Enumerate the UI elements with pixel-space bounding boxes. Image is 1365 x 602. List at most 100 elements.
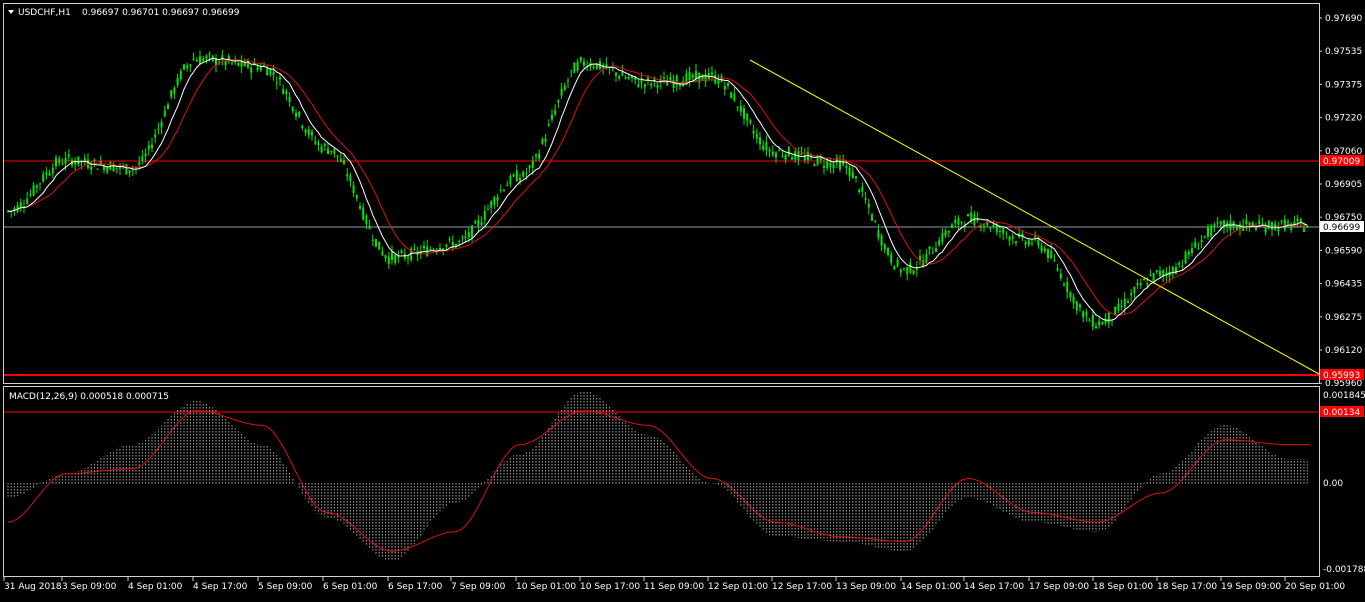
candle-body — [570, 70, 573, 72]
candle-body — [535, 154, 537, 157]
candle-body — [903, 268, 905, 270]
candle-body — [32, 185, 35, 195]
candle-body — [800, 153, 803, 155]
candle-body — [752, 130, 755, 134]
candle-body — [643, 83, 646, 88]
candles-layer — [7, 49, 1309, 331]
candle-body — [1107, 312, 1110, 324]
candle-body — [503, 189, 505, 191]
candle-body — [771, 151, 774, 156]
candle-body — [400, 250, 403, 254]
chart-svg[interactable]: USDCHF,H1 0.96697 0.96701 0.96697 0.9669… — [0, 0, 1365, 598]
candle-body — [1261, 223, 1264, 225]
candle-body — [1258, 220, 1261, 224]
candle-body — [144, 154, 147, 157]
candle-body — [45, 172, 48, 175]
candle-body — [851, 171, 854, 179]
candle-body — [317, 142, 320, 145]
candle-body — [429, 248, 432, 250]
candle-body — [823, 165, 825, 168]
candle-body — [1130, 293, 1133, 296]
resistance-price-label: 0.97009 — [1323, 157, 1360, 167]
candle-body — [711, 72, 713, 75]
candle-body — [890, 254, 893, 263]
dropdown-triangle-icon[interactable] — [8, 10, 14, 14]
time-axis-label: 19 Sep 09:00 — [1221, 582, 1281, 592]
candle-body — [298, 111, 301, 116]
candle-body — [1056, 268, 1059, 271]
candle-body — [1216, 221, 1219, 224]
time-axis-label: 3 Sep 09:00 — [62, 582, 117, 592]
candle-body — [202, 58, 205, 62]
candle-body — [951, 224, 953, 229]
candle-body — [983, 225, 985, 227]
candle-body — [1072, 297, 1075, 304]
price-axis-label: 0.97690 — [1325, 14, 1362, 24]
candle-body — [256, 67, 259, 71]
candle-body — [928, 246, 931, 250]
candle-body — [39, 183, 41, 185]
price-axis-label: 0.96275 — [1325, 313, 1362, 323]
candle-body — [1213, 224, 1216, 227]
support-price-label: 0.95993 — [1323, 371, 1360, 381]
candle-body — [186, 65, 189, 68]
candle-body — [746, 113, 749, 121]
candle-body — [90, 166, 93, 170]
candle-body — [1277, 227, 1280, 232]
candle-body — [125, 164, 128, 175]
candle-body — [992, 224, 995, 227]
candle-body — [819, 157, 822, 161]
candle-body — [791, 157, 793, 160]
candle-body — [157, 128, 160, 130]
candle-body — [474, 221, 477, 224]
candle-body — [1280, 220, 1283, 222]
candle-body — [352, 185, 355, 193]
candle-body — [1005, 233, 1008, 235]
candle-body — [592, 66, 595, 68]
candle-body — [1175, 267, 1177, 275]
candle-body — [1015, 241, 1017, 244]
candle-body — [1114, 306, 1117, 316]
candle-body — [522, 171, 525, 177]
price-axis: 0.976900.975350.973750.972200.970600.969… — [1319, 14, 1362, 389]
candle-body — [647, 77, 649, 80]
candle-body — [378, 241, 381, 250]
candle-body — [848, 167, 851, 177]
candle-body — [557, 99, 560, 103]
candle-body — [58, 158, 61, 164]
candle-body — [826, 160, 829, 169]
candle-body — [365, 215, 368, 224]
candle-body — [471, 225, 473, 238]
candle-body — [346, 174, 349, 177]
current-price-label: 0.96699 — [1323, 223, 1360, 233]
candle-body — [323, 143, 326, 146]
candle-body — [583, 61, 585, 66]
candle-body — [743, 108, 745, 119]
candle-body — [967, 214, 969, 217]
candle-body — [394, 254, 397, 263]
candle-body — [739, 105, 742, 113]
candle-body — [528, 165, 531, 168]
candle-body — [893, 265, 896, 270]
candle-body — [173, 87, 176, 94]
candle-body — [413, 248, 416, 250]
chart-window[interactable]: USDCHF,H1 0.96697 0.96701 0.96697 0.9669… — [0, 0, 1365, 598]
trendline[interactable] — [749, 59, 1320, 375]
candle-body — [1091, 314, 1094, 327]
candle-body — [1143, 278, 1145, 281]
time-axis-label: 6 Sep 01:00 — [323, 582, 378, 592]
price-axis-label: 0.96435 — [1325, 280, 1362, 290]
candle-body — [621, 71, 624, 76]
candle-body — [160, 122, 163, 128]
candle-body — [861, 186, 864, 192]
candle-body — [339, 158, 342, 162]
candle-body — [1133, 287, 1136, 294]
candle-body — [727, 82, 729, 86]
candle-body — [1287, 221, 1289, 224]
candle-body — [1127, 301, 1129, 303]
candle-body — [1149, 274, 1152, 276]
candle-body — [845, 165, 848, 168]
candle-body — [880, 235, 883, 246]
macd-histogram — [7, 391, 1308, 561]
candle-body — [1047, 249, 1049, 258]
